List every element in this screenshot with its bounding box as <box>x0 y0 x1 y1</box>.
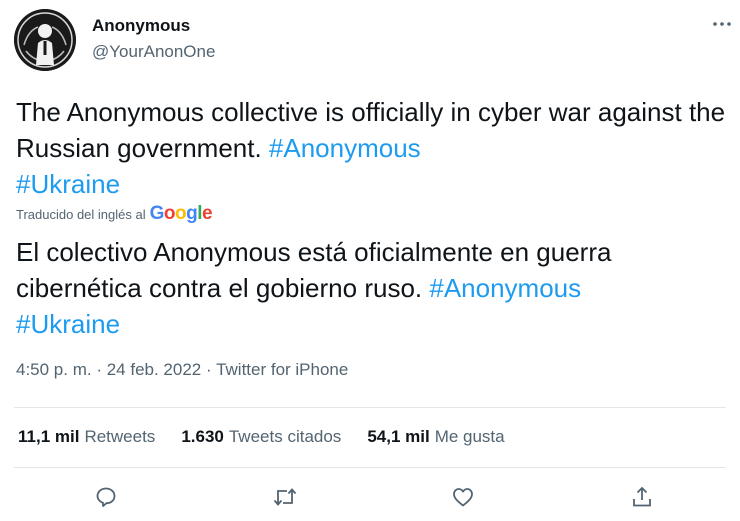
more-horizontal-icon <box>713 22 731 26</box>
retweet-button[interactable] <box>270 482 300 512</box>
anonymous-logo-icon <box>14 9 76 71</box>
stat-label: Tweets citados <box>228 427 342 446</box>
tweet-header: Anonymous @YourAnonOne <box>14 8 734 74</box>
stat-value: 1.630 <box>181 427 224 446</box>
tweet-source[interactable]: Twitter for iPhone <box>216 360 348 379</box>
divider <box>14 407 726 408</box>
stat-label: Me gusta <box>434 427 505 446</box>
like-button[interactable] <box>448 482 478 512</box>
reply-icon <box>96 487 116 507</box>
retweets-stat[interactable]: 11,1 mil Retweets <box>18 427 155 447</box>
stat-value: 11,1 mil <box>18 427 80 446</box>
quote-tweets-stat[interactable]: 1.630 Tweets citados <box>181 427 341 447</box>
tweet-meta: 4:50 p. m. · 24 feb. 2022 · Twitter for … <box>16 360 348 380</box>
tweet-actions <box>0 482 740 516</box>
stat-value: 54,1 mil <box>367 427 430 446</box>
share-button[interactable] <box>627 482 657 512</box>
retweet-icon <box>273 488 297 506</box>
stat-label: Retweets <box>84 427 156 446</box>
translated-text: El colectivo Anonymous está oficialmente… <box>16 234 726 342</box>
tweet-text: The Anonymous collective is officially i… <box>16 94 726 202</box>
avatar[interactable] <box>14 9 76 71</box>
author-handle[interactable]: @YourAnonOne <box>92 42 215 62</box>
translation-label: Traducido del inglés al <box>16 206 146 222</box>
reply-button[interactable] <box>91 482 121 512</box>
divider <box>14 467 726 468</box>
hashtag-link[interactable]: #Ukraine <box>16 309 120 339</box>
hashtag-link[interactable]: #Ukraine <box>16 169 120 199</box>
meta-separator: · <box>201 360 217 379</box>
google-logo: Google <box>149 203 213 224</box>
hashtag-link[interactable]: #Anonymous <box>429 273 581 303</box>
tweet-date[interactable]: 24 feb. 2022 <box>107 360 202 379</box>
hashtag-link[interactable]: #Anonymous <box>269 133 421 163</box>
share-icon <box>633 486 651 507</box>
tweet-time[interactable]: 4:50 p. m. <box>16 360 92 379</box>
more-options-button[interactable] <box>710 12 734 36</box>
translation-attribution: Traducido del inglés al Google <box>16 202 213 226</box>
tweet-stats: 11,1 mil Retweets 1.630 Tweets citados 5… <box>18 427 531 447</box>
like-icon <box>453 488 473 507</box>
author-name[interactable]: Anonymous <box>92 16 190 36</box>
likes-stat[interactable]: 54,1 mil Me gusta <box>367 427 504 447</box>
meta-separator: · <box>91 360 107 379</box>
